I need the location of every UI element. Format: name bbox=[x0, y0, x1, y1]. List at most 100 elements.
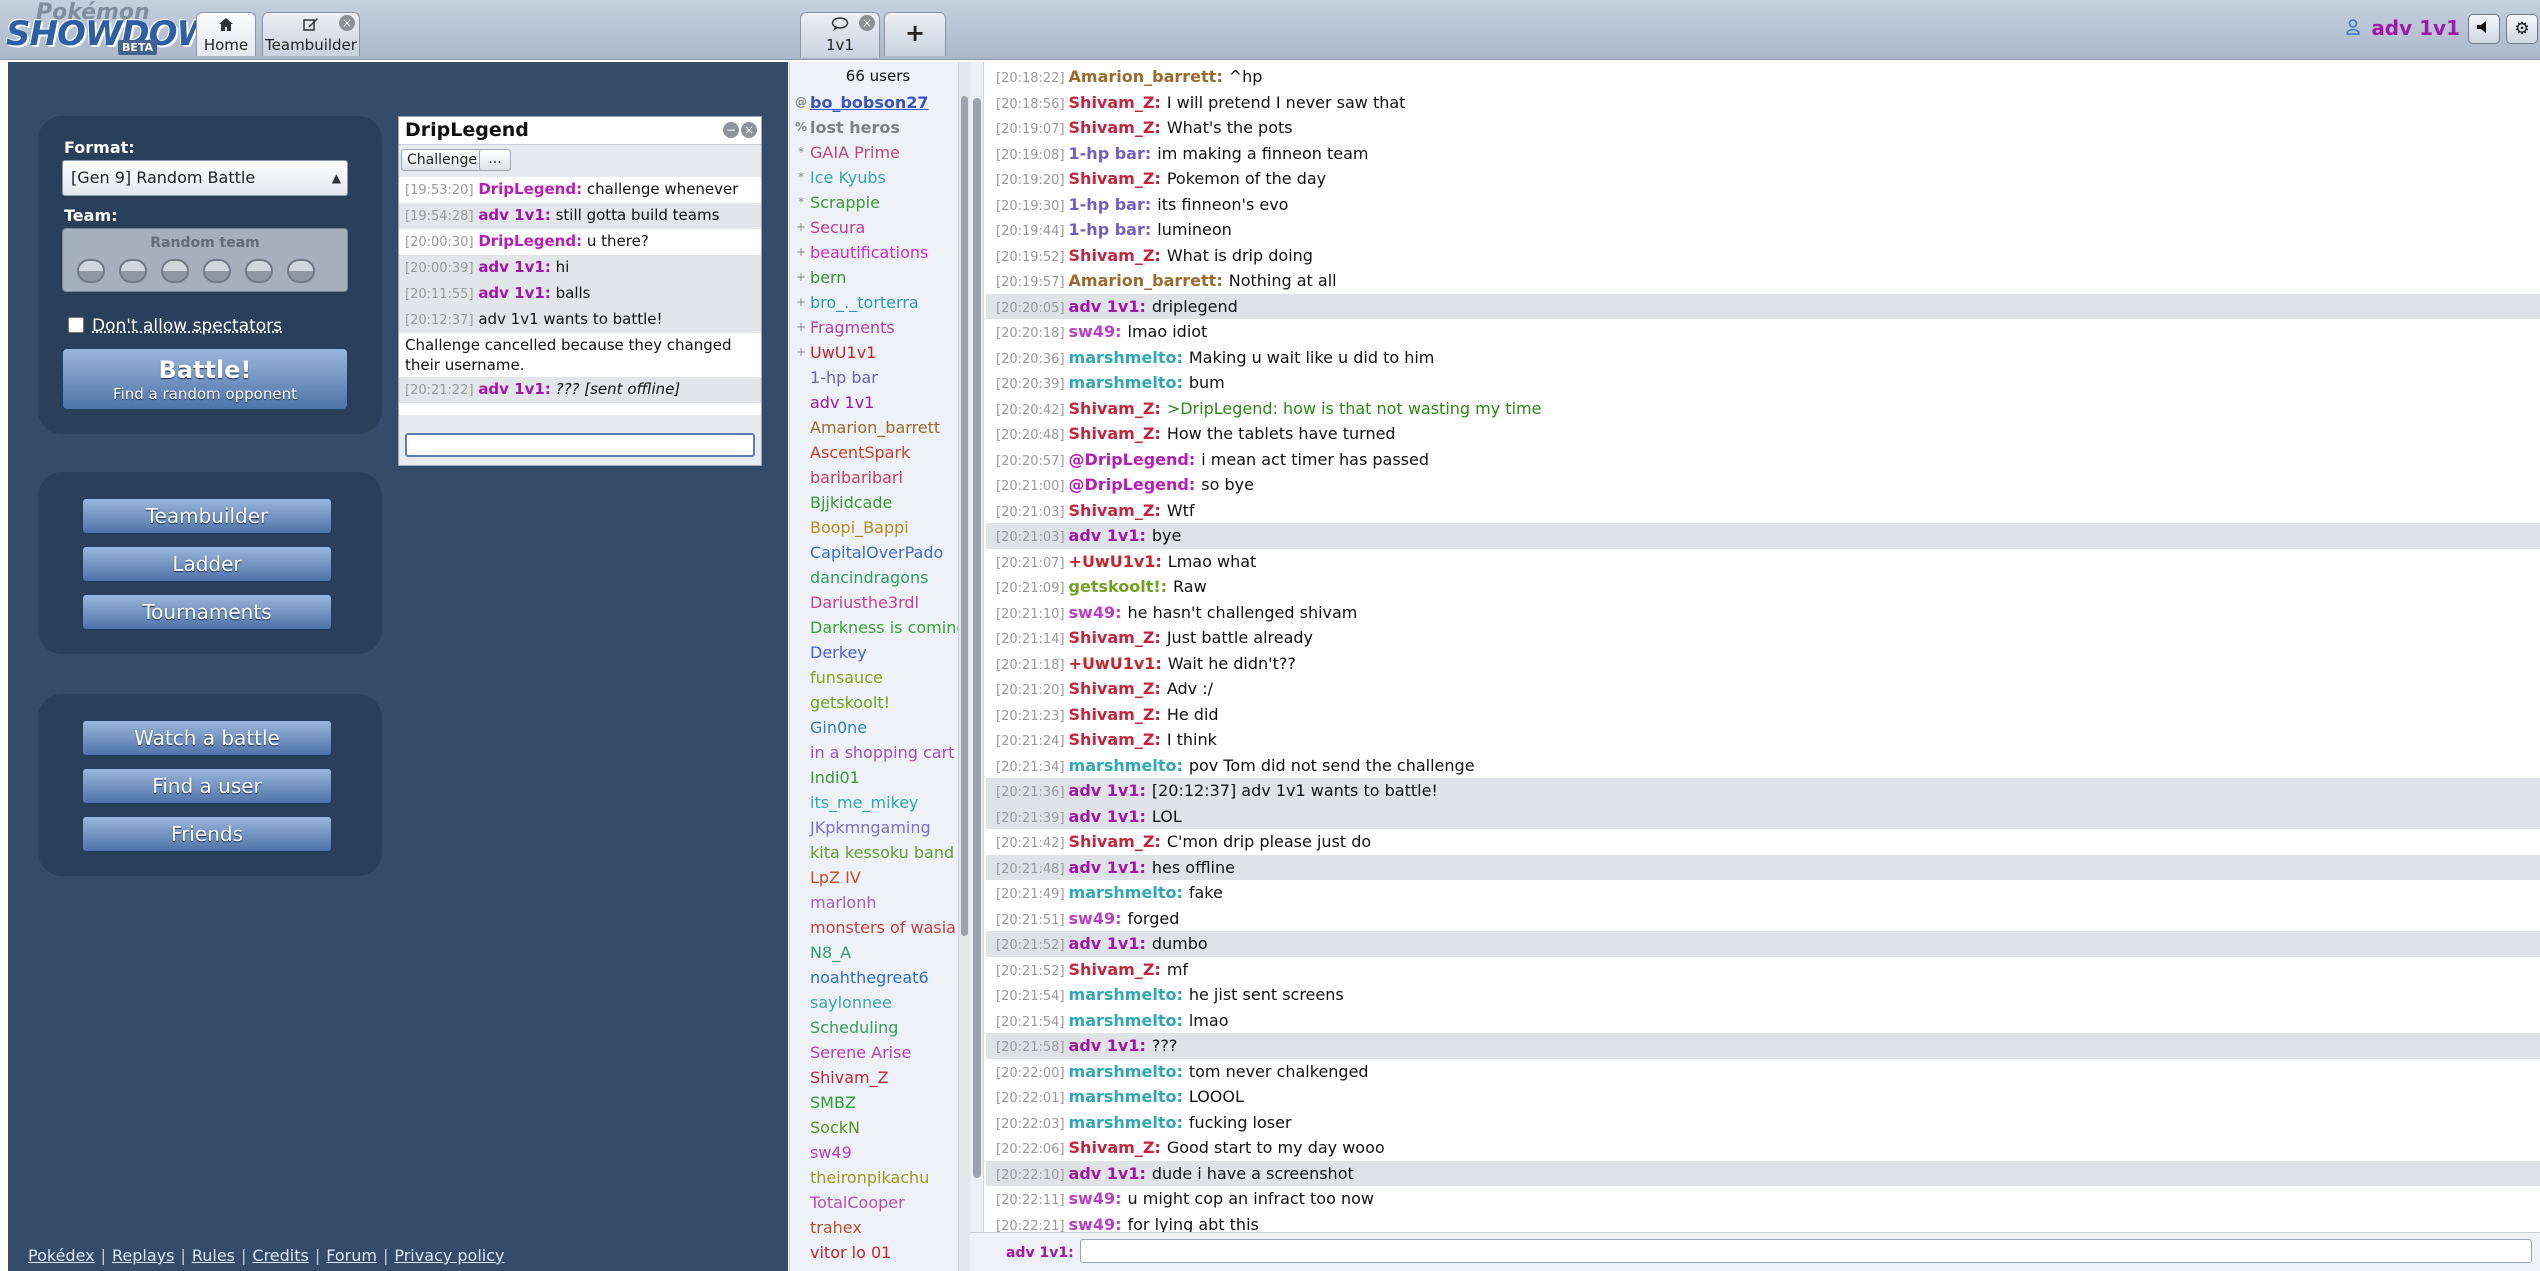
message-username[interactable]: marshmelto: bbox=[1069, 756, 1183, 775]
message-username[interactable]: @DripLegend: bbox=[1069, 450, 1196, 469]
tab-room-1v1[interactable]: 1v1 × bbox=[800, 12, 880, 58]
message-username[interactable]: DripLegend: bbox=[478, 180, 582, 198]
message-username[interactable]: Shivam_Z: bbox=[1069, 832, 1161, 851]
message-username[interactable]: adv 1v1: bbox=[478, 380, 551, 398]
message-username[interactable]: adv 1v1: bbox=[1069, 1036, 1146, 1055]
userlist-item[interactable]: adv 1v1 bbox=[790, 390, 966, 415]
message-username[interactable]: Shivam_Z: bbox=[1069, 246, 1161, 265]
userlist-item[interactable]: * GAIA Prime bbox=[790, 140, 966, 165]
message-username[interactable]: Shivam_Z: bbox=[1069, 501, 1161, 520]
link-forum[interactable]: Forum bbox=[326, 1246, 377, 1265]
friends-button[interactable]: Friends bbox=[82, 816, 332, 852]
message-username[interactable]: 1-hp bar: bbox=[1069, 144, 1152, 163]
userlist-item[interactable]: * Ice Kyubs bbox=[790, 165, 966, 190]
message-username[interactable]: adv 1v1: bbox=[478, 206, 551, 224]
message-username[interactable]: 1-hp bar: bbox=[1069, 195, 1152, 214]
format-select[interactable]: [Gen 9] Random Battle ▲ bbox=[62, 160, 348, 196]
userlist-item[interactable]: Gin0ne bbox=[790, 715, 966, 740]
userlist-item[interactable]: trahex bbox=[790, 1215, 966, 1240]
tab-home[interactable]: Home bbox=[196, 12, 256, 56]
battle-button[interactable]: Battle! Find a random opponent bbox=[62, 348, 348, 410]
userlist-item[interactable]: + UwU1v1 bbox=[790, 340, 966, 365]
message-username[interactable]: marshmelto: bbox=[1069, 1011, 1183, 1030]
new-tab-button[interactable]: + bbox=[884, 12, 946, 56]
username-display[interactable]: adv 1v1 bbox=[2346, 14, 2460, 42]
teambuilder-button[interactable]: Teambuilder bbox=[82, 498, 332, 534]
chat-message-input[interactable] bbox=[1080, 1239, 2532, 1263]
message-username[interactable]: Shivam_Z: bbox=[1069, 730, 1161, 749]
userlist-item[interactable]: + bern bbox=[790, 265, 966, 290]
userlist-item[interactable]: Boopi_Bappi bbox=[790, 515, 966, 540]
message-username[interactable]: Shivam_Z: bbox=[1069, 960, 1161, 979]
message-username[interactable]: Shivam_Z: bbox=[1069, 93, 1161, 112]
message-username[interactable]: Shivam_Z: bbox=[1069, 169, 1161, 188]
link-privacy-policy[interactable]: Privacy policy bbox=[394, 1246, 504, 1265]
message-username[interactable]: marshmelto: bbox=[1069, 348, 1183, 367]
userlist-item[interactable]: TotalCooper bbox=[790, 1190, 966, 1215]
close-icon[interactable]: × bbox=[339, 15, 355, 31]
message-username[interactable]: marshmelto: bbox=[1069, 1062, 1183, 1081]
userlist-item[interactable]: getskoolt! bbox=[790, 690, 966, 715]
userlist-item[interactable]: SockN bbox=[790, 1115, 966, 1140]
userlist-item[interactable]: its_me_mikey bbox=[790, 790, 966, 815]
userlist-item[interactable]: + Fragments bbox=[790, 315, 966, 340]
userlist-item[interactable]: Amarion_barrett bbox=[790, 415, 966, 440]
userlist-item[interactable]: LpZ IV bbox=[790, 865, 966, 890]
scrollbar-thumb[interactable] bbox=[961, 96, 968, 936]
userlist-item[interactable]: sw49 bbox=[790, 1140, 966, 1165]
link-credits[interactable]: Credits bbox=[252, 1246, 308, 1265]
userlist-item[interactable]: % lost heros bbox=[790, 115, 966, 140]
userlist-item[interactable]: Derkey bbox=[790, 640, 966, 665]
close-icon[interactable]: × bbox=[859, 15, 875, 31]
userlist-item[interactable]: CapitalOverPado bbox=[790, 540, 966, 565]
userlist-item[interactable]: N8_A bbox=[790, 940, 966, 965]
userlist-item[interactable]: Shivam_Z bbox=[790, 1065, 966, 1090]
userlist-item[interactable]: noahthegreat6 bbox=[790, 965, 966, 990]
showdown-logo[interactable]: Pokémon SHOWDOWN BETA bbox=[6, 0, 241, 56]
message-username[interactable]: marshmelto: bbox=[1069, 1113, 1183, 1132]
message-username[interactable]: Shivam_Z: bbox=[1069, 424, 1161, 443]
userlist-item[interactable]: Scheduling bbox=[790, 1015, 966, 1040]
userlist-item[interactable]: + Secura bbox=[790, 215, 966, 240]
userlist-item[interactable]: monsters of wasia bbox=[790, 915, 966, 940]
link-replays[interactable]: Replays bbox=[112, 1246, 174, 1265]
message-username[interactable]: sw49: bbox=[1069, 603, 1122, 622]
sound-button[interactable] bbox=[2468, 14, 2500, 44]
userlist-item[interactable]: dancindragons bbox=[790, 565, 966, 590]
tournaments-button[interactable]: Tournaments bbox=[82, 594, 332, 630]
message-username[interactable]: adv 1v1: bbox=[1069, 934, 1146, 953]
link-rules[interactable]: Rules bbox=[192, 1246, 235, 1265]
challenge-button[interactable]: Challenge bbox=[401, 149, 483, 171]
message-username[interactable]: sw49: bbox=[1069, 1189, 1122, 1208]
message-username[interactable]: +UwU1v1: bbox=[1069, 552, 1162, 571]
userlist-item[interactable]: + bro_._torterra bbox=[790, 290, 966, 315]
userlist-item[interactable]: JKpkmngaming bbox=[790, 815, 966, 840]
message-username[interactable]: marshmelto: bbox=[1069, 985, 1183, 1004]
message-username[interactable]: getskoolt!: bbox=[1069, 577, 1168, 596]
message-username[interactable]: adv 1v1: bbox=[1069, 781, 1146, 800]
message-username[interactable]: DripLegend: bbox=[478, 232, 582, 250]
pm-titlebar[interactable]: DripLegend − × bbox=[399, 117, 761, 145]
minimize-icon[interactable]: − bbox=[723, 122, 739, 138]
link-pokedex[interactable]: Pokédex bbox=[28, 1246, 95, 1265]
userlist-item[interactable]: in a shopping cart bbox=[790, 740, 966, 765]
find-user-button[interactable]: Find a user bbox=[82, 768, 332, 804]
userlist-item[interactable]: Dariusthe3rdl bbox=[790, 590, 966, 615]
userlist-item[interactable]: kita kessoku band bbox=[790, 840, 966, 865]
tab-teambuilder[interactable]: Teambuilder × bbox=[262, 12, 360, 56]
message-username[interactable]: Shivam_Z: bbox=[1069, 399, 1161, 418]
userlist-scrollbar[interactable] bbox=[958, 62, 970, 1271]
message-username[interactable]: adv 1v1: bbox=[1069, 526, 1146, 545]
message-username[interactable]: Shivam_Z: bbox=[1069, 1138, 1161, 1157]
userlist-item[interactable]: Darkness is coming bbox=[790, 615, 966, 640]
userlist-item[interactable]: Bjjkidcade bbox=[790, 490, 966, 515]
message-username[interactable]: adv 1v1: bbox=[1069, 858, 1146, 877]
message-username[interactable]: sw49: bbox=[1069, 1215, 1122, 1233]
userlist-item[interactable]: Indi01 bbox=[790, 765, 966, 790]
watch-battle-button[interactable]: Watch a battle bbox=[82, 720, 332, 756]
message-username[interactable]: adv 1v1: bbox=[1069, 807, 1146, 826]
message-username[interactable]: Amarion_barrett: bbox=[1069, 271, 1223, 290]
close-icon[interactable]: × bbox=[741, 122, 757, 138]
userlist-item[interactable]: AscentSpark bbox=[790, 440, 966, 465]
message-username[interactable]: Shivam_Z: bbox=[1069, 705, 1161, 724]
